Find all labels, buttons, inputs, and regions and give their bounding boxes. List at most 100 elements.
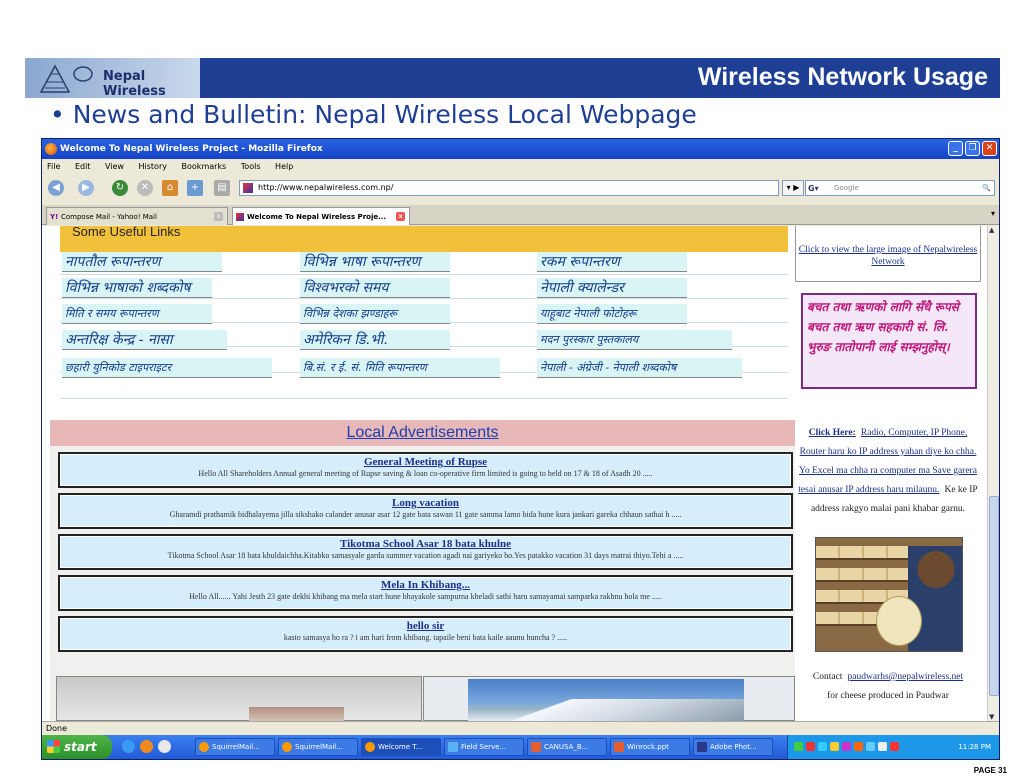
home-icon[interactable]: ⌂: [162, 180, 178, 196]
link-4[interactable]: विभिन्न भाषाको शब्दकोष: [62, 278, 212, 298]
reload-icon[interactable]: ↻: [112, 180, 128, 196]
contact-email-link[interactable]: paudwarhs@nepalwireless.net: [848, 672, 964, 682]
ad-body: Tikotma School Asar 18 bata khuldaichha.…: [167, 551, 684, 560]
menu-edit[interactable]: Edit: [75, 162, 91, 171]
tray-icon[interactable]: [794, 742, 803, 751]
link-3[interactable]: रकम रूपान्तरण: [537, 252, 687, 272]
tray-icon[interactable]: [818, 742, 827, 751]
link-8[interactable]: विभिन्न देशका झण्डाहरू: [300, 304, 450, 324]
menu-help[interactable]: Help: [275, 162, 293, 171]
tray-icon[interactable]: [890, 742, 899, 751]
close-button[interactable]: ✕: [982, 141, 997, 156]
scroll-down-icon[interactable]: ▼: [989, 713, 994, 721]
tray-icon[interactable]: [854, 742, 863, 751]
menu-bar: File Edit View History Bookmarks Tools H…: [42, 159, 999, 175]
tab-close-icon[interactable]: x: [214, 212, 223, 221]
link-2[interactable]: विभिन्न भाषा रूपान्तरण: [300, 252, 450, 272]
ad-title[interactable]: Mela In Khibang...: [60, 579, 791, 591]
right-sidebar: Click to view the large image of Nepalwi…: [795, 226, 985, 721]
menu-tools[interactable]: Tools: [241, 162, 261, 171]
system-tray: 11:28 PM: [787, 735, 999, 759]
cooperative-banner[interactable]: बचत तथा ऋणको लागि सँधै रूपसे बचत तथा ऋण …: [801, 293, 977, 389]
menu-file[interactable]: File: [47, 162, 60, 171]
taskbar-label: CANUSA_B...: [544, 743, 589, 751]
link-5[interactable]: विश्वभरको समय: [300, 278, 450, 298]
local-ads-heading: Local Advertisements: [50, 420, 795, 446]
ad-title[interactable]: Tikotma School Asar 18 bata khulne: [60, 538, 791, 550]
taskbar-label: SquirrelMail...: [295, 743, 343, 751]
tab-bar: Y! Compose Mail - Yahoo! Mail x Welcome …: [42, 205, 999, 225]
menu-bookmarks[interactable]: Bookmarks: [182, 162, 227, 171]
tray-icon[interactable]: [830, 742, 839, 751]
ad-title[interactable]: Long vacation: [60, 497, 791, 509]
link-12[interactable]: मदन पुरस्कार पुस्तकालय: [537, 330, 732, 350]
link-15[interactable]: नेपाली - अंग्रेजी - नेपाली शब्दकोष: [537, 358, 742, 378]
back-icon[interactable]: ◀: [48, 180, 64, 196]
vertical-scrollbar[interactable]: ▲ ▼: [987, 226, 999, 721]
ad-body: Gharamdi prathamik bidhalayema jilla sik…: [169, 510, 682, 519]
tray-icon[interactable]: [866, 742, 875, 751]
start-button[interactable]: start: [42, 735, 112, 759]
useful-links-panel: Some Useful Links नापतौल रूपान्तरण विभिन…: [50, 226, 788, 416]
tray-icon[interactable]: [806, 742, 815, 751]
link-11[interactable]: अमेरिकन डि.भी.: [300, 330, 450, 350]
ad-title[interactable]: hello sir: [60, 620, 791, 632]
windows-flag-icon: [47, 740, 60, 753]
link-9[interactable]: याहूबाट नेपाली फोटोहरू: [537, 304, 687, 324]
url-bar[interactable]: http://www.nepalwireless.com.np/: [239, 180, 779, 196]
tab-close-icon[interactable]: x: [396, 212, 405, 221]
large-image-link[interactable]: Click to view the large image of Nepalwi…: [796, 244, 980, 268]
ad-title[interactable]: General Meeting of Rupse: [60, 456, 791, 468]
link-1[interactable]: नापतौल रूपान्तरण: [62, 252, 222, 272]
ad-item: Long vacation Gharamdi prathamik bidhala…: [58, 493, 793, 529]
click-here-link[interactable]: Click Here:: [809, 428, 856, 438]
tray-icon[interactable]: [842, 742, 851, 751]
search-engine-icon[interactable]: G▾: [808, 182, 819, 196]
ad-photo-mountains[interactable]: [423, 676, 795, 721]
firefox-quicklaunch-icon[interactable]: [140, 740, 153, 753]
slide-header: Nepal Wireless Wireless Network Usage: [25, 58, 1000, 99]
taskbar-item[interactable]: Winrock.ppt: [610, 738, 690, 756]
ie-quicklaunch-icon[interactable]: [122, 740, 135, 753]
menu-view[interactable]: View: [105, 162, 124, 171]
link-7[interactable]: मिति र समय रूपान्तरण: [62, 304, 212, 324]
status-text: Done: [46, 724, 68, 733]
taskbar-item[interactable]: SquirrelMail...: [278, 738, 358, 756]
contact-suffix: for cheese produced in Paudwar: [827, 691, 949, 701]
taskbar-item[interactable]: CANUSA_B...: [527, 738, 607, 756]
tab-nepal-wireless[interactable]: Welcome To Nepal Wireless Proje... x: [232, 207, 410, 225]
new-tab-icon[interactable]: +: [187, 180, 203, 196]
menu-history[interactable]: History: [139, 162, 167, 171]
taskbar-item[interactable]: Field Serve...: [444, 738, 524, 756]
link-10[interactable]: अन्तरिक्ष केन्द्र - नासा: [62, 330, 227, 350]
ad-photo-left[interactable]: [56, 676, 422, 721]
taskbar-item[interactable]: Welcome T...: [361, 738, 441, 756]
link-6[interactable]: नेपाली क्यालेन्डर: [537, 278, 687, 298]
nepal-wireless-logo: Nepal Wireless: [25, 58, 200, 99]
print-icon[interactable]: ▤: [214, 180, 230, 196]
maximize-button[interactable]: ❐: [965, 141, 980, 156]
scrollbar-thumb[interactable]: [989, 496, 999, 696]
quicklaunch-icon[interactable]: [158, 740, 171, 753]
forward-icon[interactable]: ▶: [78, 180, 94, 196]
volume-icon[interactable]: [878, 742, 887, 751]
search-icon[interactable]: 🔍: [982, 181, 991, 195]
minimize-button[interactable]: _: [948, 141, 963, 156]
link-13[interactable]: छहारी युनिकोड टाइपराइटर: [62, 358, 272, 378]
stop-icon[interactable]: ✕: [137, 180, 153, 196]
search-box[interactable]: G▾ Google 🔍: [805, 180, 995, 196]
scroll-up-icon[interactable]: ▲: [989, 226, 994, 234]
logo-text: Nepal Wireless: [103, 69, 166, 99]
taskbar-label: Welcome T...: [378, 743, 423, 751]
go-button[interactable]: ▾ ▶: [782, 180, 804, 196]
firefox-icon: [45, 143, 57, 155]
local-ads-link[interactable]: Local Advertisements: [346, 424, 498, 441]
taskbar-label: Winrock.ppt: [627, 743, 669, 751]
url-text: http://www.nepalwireless.com.np/: [258, 183, 394, 192]
tab-list-icon[interactable]: ▾: [991, 209, 995, 218]
tab-yahoo-mail[interactable]: Y! Compose Mail - Yahoo! Mail x: [46, 207, 228, 225]
taskbar-item[interactable]: Adobe Phot...: [693, 738, 773, 756]
slide-bullet: • News and Bulletin: Nepal Wireless Loca…: [50, 100, 697, 129]
taskbar-item[interactable]: SquirrelMail...: [195, 738, 275, 756]
link-14[interactable]: बि.सं. र ई. सं. मिति रूपान्तरण: [300, 358, 500, 378]
